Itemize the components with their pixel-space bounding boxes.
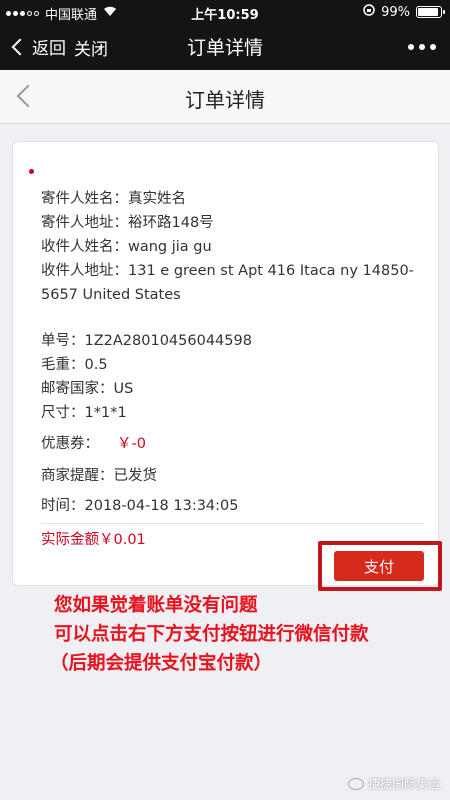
navbar-title: 订单详情 <box>186 37 263 59</box>
coupon-label: 优惠券： <box>41 436 99 452</box>
more-dots-icon <box>408 44 414 50</box>
coupon-row: 优惠券： ￥-0 <box>41 432 146 453</box>
annotation-line-3: （后期会提供支付宝付款） <box>50 653 273 674</box>
destination-country: 邮寄国家：US <box>41 381 134 397</box>
tracking-number: 单号：1Z2A28010456044598 <box>41 333 252 349</box>
receiver-name: 收件人姓名：wang jia gu <box>41 239 212 255</box>
annotation-text: 您如果觉着账单没有问题 可以点击右下方支付按钮进行微信付款 （后期会提供支付宝付… <box>50 591 444 678</box>
annotation-line-2: 可以点击右下方支付按钮进行微信付款 <box>54 624 369 645</box>
wechat-navbar: 返回 关闭 订单详情 <box>0 24 450 70</box>
watermark-text: 捷捷国际集运 <box>367 777 440 791</box>
gross-weight: 毛重：0.5 <box>41 357 108 373</box>
order-card: 寄件人姓名：真实姓名 寄件人地址：裕环路148号 收件人姓名：wang jia … <box>12 141 439 586</box>
red-dot-indicator <box>29 169 34 174</box>
orientation-lock-icon <box>363 4 375 20</box>
wechat-icon <box>347 777 364 790</box>
receiver-address-line1: 收件人地址：131 e green st Apt 416 Itaca ny 14… <box>41 263 414 279</box>
sender-name: 寄件人姓名：真实姓名 <box>41 191 186 207</box>
battery-info: 99% <box>363 4 445 20</box>
merchant-remind: 商家提醒：已发货 <box>41 468 157 484</box>
page-header: 订单详情 <box>0 70 450 124</box>
order-details: 寄件人姓名：真实姓名 寄件人地址：裕环路148号 收件人姓名：wang jia … <box>41 187 431 425</box>
divider <box>41 523 424 524</box>
watermark: 捷捷国际集运 <box>347 775 440 792</box>
pay-button[interactable]: 支付 <box>334 551 424 581</box>
receiver-address-line2: 5657 United States <box>41 287 181 303</box>
annotation-line-1: 您如果觉着账单没有问题 <box>54 595 258 616</box>
package-size: 尺寸：1*1*1 <box>41 405 127 421</box>
more-menu-button[interactable] <box>408 44 436 50</box>
page-title: 订单详情 <box>185 88 265 112</box>
coupon-value: ￥-0 <box>117 436 146 452</box>
battery-percent: 99% <box>381 4 410 20</box>
battery-icon <box>416 6 445 18</box>
order-time: 时间：2018-04-18 13:34:05 <box>41 498 239 514</box>
sender-address: 寄件人地址：裕环路148号 <box>41 215 214 231</box>
top-bar: 中国联通 上午10:59 99% 返回 关闭 订单详情 <box>0 0 450 70</box>
actual-amount: 实际金额￥0.01 <box>41 532 146 548</box>
status-bar: 中国联通 上午10:59 99% <box>0 0 450 24</box>
